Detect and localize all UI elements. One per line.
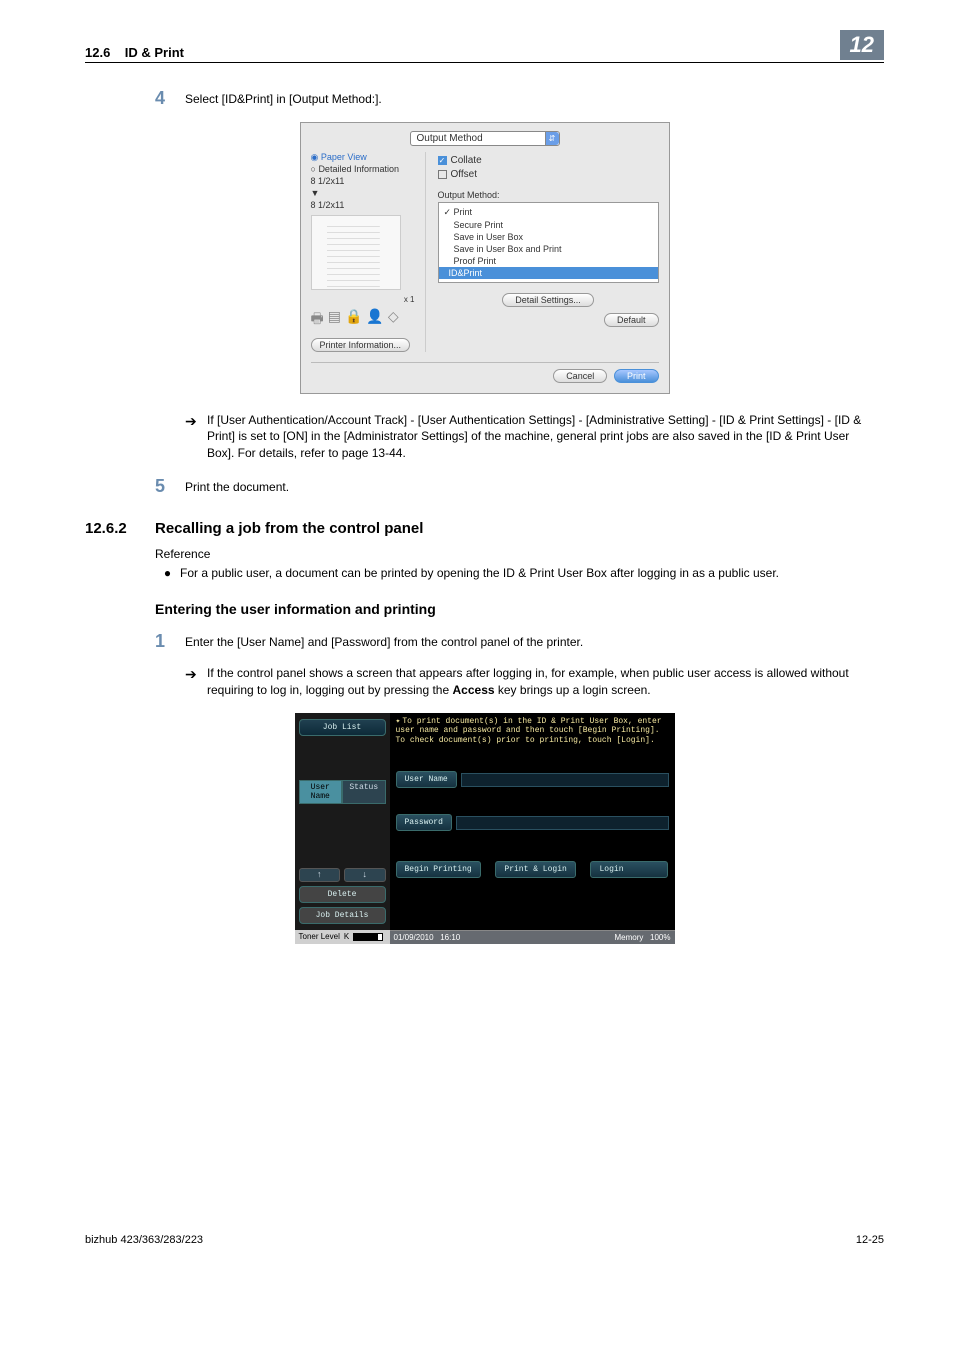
- output-method-dialog: Output Method ⇵ ◉ Paper View ○ Detailed …: [300, 122, 670, 394]
- step4-note: If [User Authentication/Account Track] -…: [207, 412, 884, 462]
- reference-label: Reference: [85, 547, 884, 561]
- tab-status[interactable]: Status: [342, 780, 386, 804]
- control-panel-screenshot: Job List User Name Status ↑ ↓ Delete Job…: [295, 713, 675, 930]
- output-method-tab-text: Output Method: [417, 133, 483, 144]
- default-button[interactable]: Default: [604, 313, 659, 327]
- output-method-label: Output Method:: [438, 190, 659, 200]
- step5-text: Print the document.: [185, 476, 884, 498]
- lock-icon: 🔒: [345, 308, 362, 332]
- public-user-note: For a public user, a document can be pri…: [180, 565, 789, 582]
- copies-x1: x 1: [311, 295, 421, 304]
- section-1262-num: 12.6.2: [85, 520, 155, 537]
- subheading-entering-info: Entering the user information and printi…: [85, 601, 884, 617]
- scroll-down-button[interactable]: ↓: [344, 868, 386, 882]
- scroll-up-button[interactable]: ↑: [299, 868, 341, 882]
- header-section-num: 12.6: [85, 45, 110, 60]
- arrow-icon: ➔: [185, 412, 207, 462]
- section-1262-title: Recalling a job from the control panel: [155, 520, 423, 537]
- print-button[interactable]: Print: [614, 369, 659, 383]
- collate-checkbox[interactable]: ✓Collate: [438, 155, 659, 166]
- user-icon: 👤: [366, 308, 383, 332]
- page-preview-icon: [311, 215, 401, 290]
- user-name-label-button[interactable]: User Name: [396, 771, 457, 788]
- orient-icon: ▼: [311, 188, 421, 198]
- begin-printing-button[interactable]: Begin Printing: [396, 861, 481, 878]
- stamp-icon: ◇: [388, 308, 399, 332]
- step1-note: If the control panel shows a screen that…: [207, 665, 884, 699]
- login-button[interactable]: Login: [590, 861, 668, 878]
- job-details-button[interactable]: Job Details: [299, 907, 386, 924]
- panel-hint: To print document(s) in the ID & Print U…: [396, 717, 669, 746]
- toner-level-label: Toner Level: [299, 932, 340, 941]
- paper-size-1: 8 1/2x11: [311, 176, 421, 186]
- om-opt-print[interactable]: Print: [444, 206, 653, 219]
- radio-paper-view[interactable]: ◉ Paper View: [311, 152, 421, 163]
- om-opt-save-box[interactable]: Save in User Box: [444, 231, 653, 243]
- password-label-button[interactable]: Password: [396, 814, 452, 831]
- om-opt-secure[interactable]: Secure Print: [444, 219, 653, 231]
- printer-icon: 🖶: [311, 308, 324, 332]
- output-method-tab-select[interactable]: Output Method ⇵: [410, 131, 560, 146]
- om-opt-proof[interactable]: Proof Print: [444, 255, 653, 267]
- step1-num: 1: [155, 631, 185, 653]
- job-list-button[interactable]: Job List: [299, 719, 386, 736]
- password-input[interactable]: [456, 816, 669, 830]
- status-memory-pct: 100%: [650, 933, 670, 942]
- step4-text: Select [ID&Print] in [Output Method:].: [185, 88, 884, 110]
- step5-num: 5: [155, 476, 185, 498]
- step4-num: 4: [155, 88, 185, 110]
- step1-text: Enter the [User Name] and [Password] fro…: [185, 631, 884, 653]
- printer-information-button[interactable]: Printer Information...: [311, 338, 411, 352]
- bullet-icon: ●: [155, 565, 180, 582]
- user-name-input[interactable]: [461, 773, 669, 787]
- arrow-icon: ➔: [185, 665, 207, 699]
- toner-bar-icon: [353, 933, 383, 941]
- footer-model: bizhub 423/363/283/223: [85, 1234, 203, 1246]
- om-opt-idprint[interactable]: ID&Print: [439, 267, 658, 279]
- radio-detailed-info[interactable]: ○ Detailed Information: [311, 164, 421, 174]
- header-section-title: ID & Print: [125, 45, 184, 60]
- doc-icon: ▤: [328, 308, 341, 332]
- output-method-list[interactable]: Print Secure Print Save in User Box Save…: [438, 202, 659, 283]
- chapter-badge: 12: [840, 30, 884, 60]
- detail-settings-button[interactable]: Detail Settings...: [502, 293, 594, 307]
- toner-k-label: K: [344, 932, 349, 941]
- print-and-login-button[interactable]: Print & Login: [495, 861, 575, 878]
- status-date: 01/09/2010: [394, 933, 434, 942]
- footer-page: 12-25: [856, 1234, 884, 1246]
- tab-user-name[interactable]: User Name: [299, 780, 343, 804]
- status-memory-label: Memory: [614, 933, 643, 942]
- dropdown-arrow-icon: ⇵: [545, 132, 559, 145]
- offset-checkbox[interactable]: Offset: [438, 169, 659, 180]
- cancel-button[interactable]: Cancel: [553, 369, 607, 383]
- paper-size-2: 8 1/2x11: [311, 200, 421, 210]
- om-opt-save-box-print[interactable]: Save in User Box and Print: [444, 243, 653, 255]
- status-time: 16:10: [440, 933, 460, 942]
- delete-button[interactable]: Delete: [299, 886, 386, 903]
